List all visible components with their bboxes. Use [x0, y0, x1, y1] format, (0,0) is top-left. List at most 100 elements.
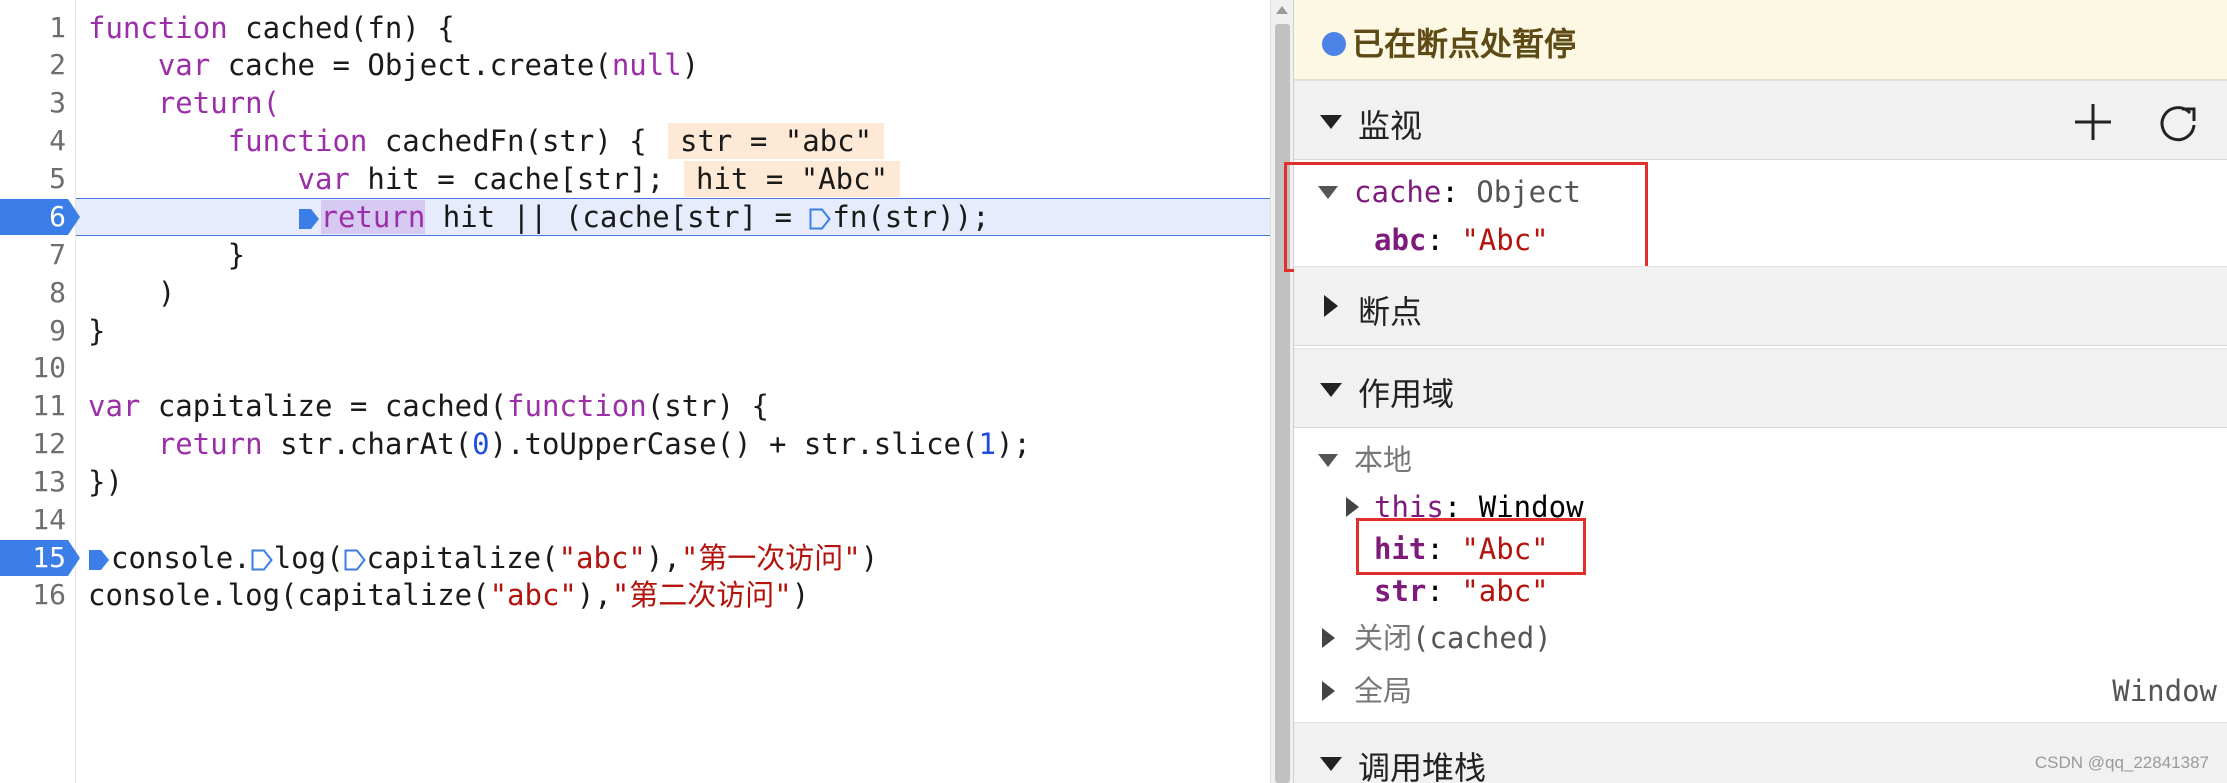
editor-scrollbar[interactable] [1270, 0, 1293, 783]
scope-local[interactable]: 本地 [1354, 440, 1412, 480]
watch-section-header[interactable]: 监视 [1294, 80, 2227, 160]
closure-name: (cached) [1412, 621, 1552, 655]
annotation-highlight-box [1284, 162, 1648, 272]
string: "第二次访问" [611, 578, 792, 612]
code-text: ) [791, 578, 810, 612]
keyword: var [157, 48, 211, 82]
paused-banner: 已在断点处暂停 [1294, 0, 2227, 80]
paused-text: 已在断点处暂停 [1352, 25, 1577, 63]
line-number[interactable]: 16 [0, 577, 66, 613]
scope-closure[interactable]: 关闭(cached) [1354, 618, 1552, 658]
code-editor[interactable]: 1 2 3 4 5 6 7 8 9 10 11 12 13 14 15 16 f… [0, 0, 1270, 783]
expand-triangle-icon[interactable] [1318, 454, 1338, 467]
line-number[interactable]: 5 [0, 161, 66, 197]
scopes-label: 作用域 [1358, 375, 1455, 413]
code-text: fn(str)); [832, 200, 990, 234]
line-number[interactable]: 11 [0, 388, 66, 424]
line-number-gutter[interactable]: 1 2 3 4 5 6 7 8 9 10 11 12 13 14 15 16 [0, 0, 80, 783]
code-text: ), [576, 578, 612, 612]
string: "abc" [558, 541, 646, 575]
breakpoint-line-number[interactable]: 15 [0, 540, 80, 576]
variable-key: str [1374, 574, 1427, 608]
collapse-triangle-icon[interactable] [1322, 681, 1335, 701]
code-text: cache = Object.create( [210, 48, 612, 82]
debugger-panel: 已在断点处暂停 监视 cache: Object abc: "Abc" 断点 作… [1284, 0, 2227, 783]
line-number[interactable]: 4 [0, 123, 66, 159]
code-line: }) [88, 465, 123, 499]
code-line: return str.charAt(0).toUpperCase() + str… [88, 426, 1031, 462]
keyword: function [507, 389, 647, 423]
line-number[interactable]: 12 [0, 426, 66, 462]
keyword: function [88, 11, 228, 45]
column-breakpoint-icon[interactable] [298, 208, 320, 230]
line-number[interactable]: 8 [0, 275, 66, 311]
code-line: ) [88, 276, 176, 310]
code-text: hit = cache[str]; [349, 162, 665, 196]
code-text: hit || (cache[str] = [425, 200, 810, 234]
line-number[interactable]: 2 [0, 47, 66, 83]
paused-dot-icon [1322, 32, 1346, 56]
breakpoint-line-number[interactable]: 6 [0, 199, 80, 235]
code-text: cachedFn(str) { [367, 124, 647, 158]
code-text: str.charAt( [262, 427, 473, 461]
code-line: console.log(capitalize("abc"),"第二次访问") [88, 577, 809, 613]
column-breakpoint-icon[interactable] [251, 549, 273, 571]
breakpoints-section-header[interactable]: 断点 [1294, 266, 2227, 346]
line-number[interactable]: 13 [0, 464, 66, 500]
code-text: ) [860, 541, 879, 575]
keyword: return [157, 427, 263, 461]
string: "abc" [489, 578, 577, 612]
code-line: var hit = cache[str]; [88, 161, 665, 197]
code-text: console.log(capitalize( [88, 578, 490, 612]
column-breakpoint-icon[interactable] [809, 208, 832, 230]
line-number[interactable]: 9 [0, 313, 66, 349]
line-number[interactable]: 3 [0, 85, 66, 121]
line-number[interactable]: 7 [0, 237, 66, 273]
watermark: CSDN @qq_22841387 [2034, 753, 2209, 772]
code-text: capitalize( [366, 541, 559, 575]
line-number[interactable]: 14 [0, 502, 66, 538]
separator: : [1426, 574, 1462, 608]
refresh-icon[interactable] [2156, 101, 2200, 145]
closure-label: 关闭 [1354, 621, 1413, 655]
line-number[interactable]: 1 [0, 10, 66, 46]
expand-triangle-icon[interactable] [1320, 757, 1342, 771]
keyword: function [227, 124, 368, 158]
keyword: var [88, 389, 141, 423]
code-text: capitalize = cached( [140, 389, 508, 423]
scopes-section-header[interactable]: 作用域 [1294, 348, 2227, 428]
collapse-triangle-icon[interactable] [1324, 295, 1338, 317]
code-line: } [88, 314, 106, 348]
code-line: function cachedFn(str) { [88, 123, 647, 159]
scrollbar-thumb[interactable] [1275, 24, 1290, 783]
code-text: ) [681, 48, 700, 82]
expand-triangle-icon[interactable] [1320, 383, 1342, 397]
code-line-current: return hit || (cache[str] = fn(str)); [88, 199, 990, 235]
line-number[interactable]: 10 [0, 350, 66, 386]
column-breakpoint-icon[interactable] [88, 549, 110, 571]
scope-variable[interactable]: str: "abc" [1374, 571, 1549, 611]
collapse-triangle-icon[interactable] [1322, 628, 1335, 648]
collapse-triangle-icon[interactable] [1346, 497, 1359, 517]
code-line: function cached(fn) { [88, 10, 455, 46]
breakpoints-label: 断点 [1358, 293, 1423, 331]
plus-icon[interactable] [2072, 101, 2114, 143]
inline-value-preview: hit = "Abc" [684, 161, 901, 197]
expand-triangle-icon[interactable] [1320, 115, 1342, 129]
code-text: (str) { [646, 389, 769, 423]
code-line: console. log(capitalize("abc"),"第一次访问") [88, 540, 878, 576]
scroll-up-arrow-icon[interactable] [1276, 6, 1288, 14]
inline-value-preview: str = "abc" [668, 123, 885, 159]
number: 1 [978, 427, 996, 461]
column-breakpoint-icon[interactable] [344, 549, 366, 571]
code-text: cached(fn) { [227, 11, 455, 45]
callstack-label: 调用堆栈 [1358, 749, 1487, 783]
code-text: log( [273, 541, 344, 575]
scope-global[interactable]: 全局 [1354, 671, 1412, 711]
